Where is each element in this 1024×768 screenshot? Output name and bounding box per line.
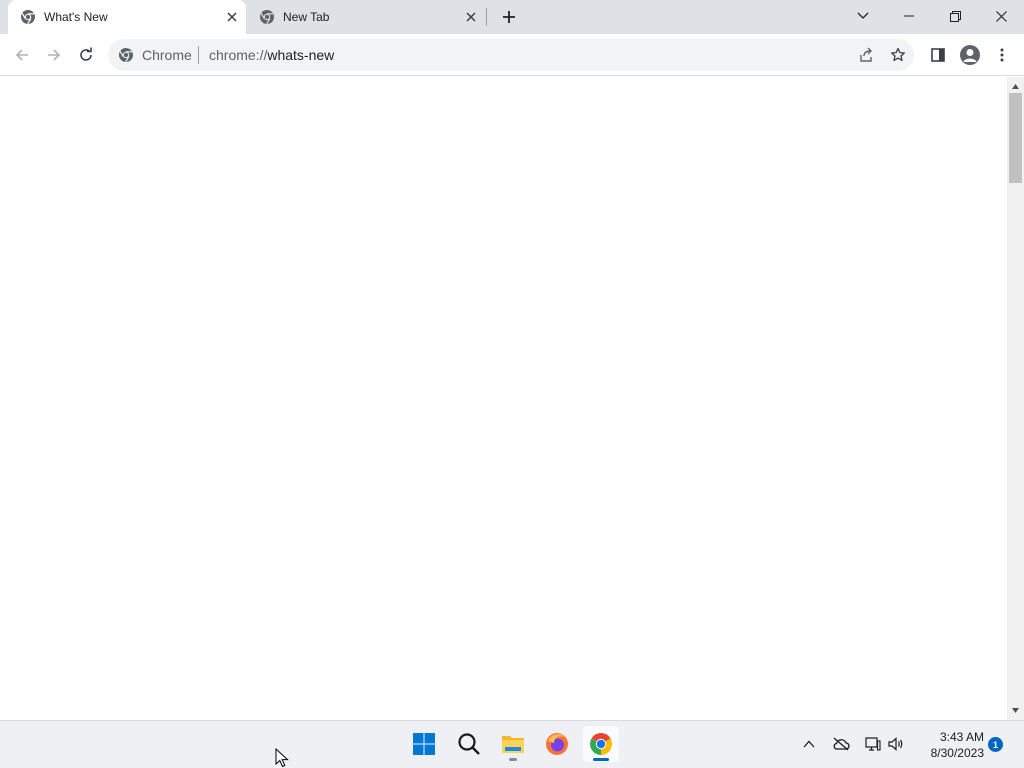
clock-time: 3:43 AM	[939, 730, 984, 744]
active-indicator	[593, 758, 609, 761]
close-window-button[interactable]	[978, 0, 1024, 32]
notification-badge[interactable]: 1	[988, 737, 1003, 752]
tab-separator	[486, 8, 487, 26]
chrome-logo-icon	[118, 47, 134, 63]
network-button[interactable]	[862, 733, 884, 755]
vertical-scrollbar[interactable]	[1007, 77, 1024, 720]
chevron-down-icon	[857, 12, 869, 19]
running-indicator	[509, 758, 517, 761]
tab-new-tab[interactable]: New Tab	[247, 0, 487, 34]
tab-strip: What's New New Tab	[0, 0, 1024, 34]
search-icon	[458, 733, 480, 755]
show-hidden-icons-button[interactable]	[798, 733, 820, 755]
arrow-right-icon	[48, 49, 61, 61]
chevron-up-icon	[803, 740, 815, 748]
browser-toolbar: Chrome chrome://whats-new	[0, 34, 1024, 76]
tab-whats-new[interactable]: What's New	[8, 0, 246, 34]
side-panel-icon	[931, 48, 945, 62]
network-icon	[865, 737, 881, 751]
plus-icon	[503, 11, 515, 23]
scroll-up-icon[interactable]	[1011, 82, 1020, 91]
menu-button[interactable]	[988, 41, 1016, 69]
new-tab-button[interactable]	[496, 5, 522, 29]
url-text[interactable]: chrome://whats-new	[209, 47, 334, 63]
firefox-icon	[546, 733, 568, 755]
restore-button[interactable]	[932, 0, 978, 32]
back-button[interactable]	[8, 41, 36, 69]
close-icon	[995, 10, 1007, 22]
address-bar[interactable]: Chrome chrome://whats-new	[108, 39, 914, 71]
windows-start-icon	[413, 733, 435, 755]
volume-button[interactable]	[885, 733, 907, 755]
side-panel-button[interactable]	[924, 41, 952, 69]
close-icon[interactable]	[224, 9, 240, 25]
mouse-cursor-icon	[275, 748, 289, 768]
restore-icon	[949, 10, 961, 22]
minimize-button[interactable]	[886, 0, 932, 32]
onedrive-button[interactable]	[830, 733, 852, 755]
forward-button[interactable]	[40, 41, 68, 69]
url-scheme: chrome://	[209, 47, 268, 63]
chrome-taskbar-button[interactable]	[583, 726, 619, 762]
chrome-favicon-icon	[259, 9, 275, 25]
omnibox-separator	[198, 46, 199, 64]
file-explorer-icon	[502, 736, 524, 753]
arrow-left-icon	[15, 49, 28, 61]
chrome-icon	[590, 733, 612, 755]
star-icon	[891, 47, 905, 62]
tab-title: What's New	[44, 10, 108, 24]
chrome-favicon-icon	[20, 9, 36, 25]
clock[interactable]: 3:43 AM 8/30/2023	[914, 729, 984, 761]
share-icon	[860, 47, 872, 62]
bookmark-button[interactable]	[888, 45, 908, 65]
search-button[interactable]	[451, 726, 487, 762]
close-icon[interactable]	[463, 9, 479, 25]
avatar-icon	[960, 45, 980, 65]
tab-title: New Tab	[283, 10, 330, 24]
speaker-icon	[888, 737, 903, 751]
clock-date: 8/30/2023	[930, 746, 984, 760]
site-chip-label[interactable]: Chrome	[142, 47, 192, 63]
file-explorer-button[interactable]	[495, 726, 531, 762]
scrollbar-thumb[interactable]	[1009, 93, 1022, 183]
reload-icon	[80, 47, 92, 61]
cloud-offline-icon	[833, 737, 850, 751]
scroll-down-icon[interactable]	[1011, 706, 1020, 715]
taskbar: 3:43 AM 8/30/2023 1	[0, 720, 1024, 768]
tab-search-button[interactable]	[840, 0, 886, 32]
profile-button[interactable]	[956, 41, 984, 69]
share-button[interactable]	[856, 45, 876, 65]
reload-button[interactable]	[72, 41, 100, 69]
minimize-icon	[904, 15, 914, 17]
url-host: whats-new	[267, 47, 335, 63]
page-content	[0, 77, 1007, 720]
more-vert-icon	[1000, 48, 1004, 62]
start-button[interactable]	[406, 726, 442, 762]
firefox-button[interactable]	[539, 726, 575, 762]
